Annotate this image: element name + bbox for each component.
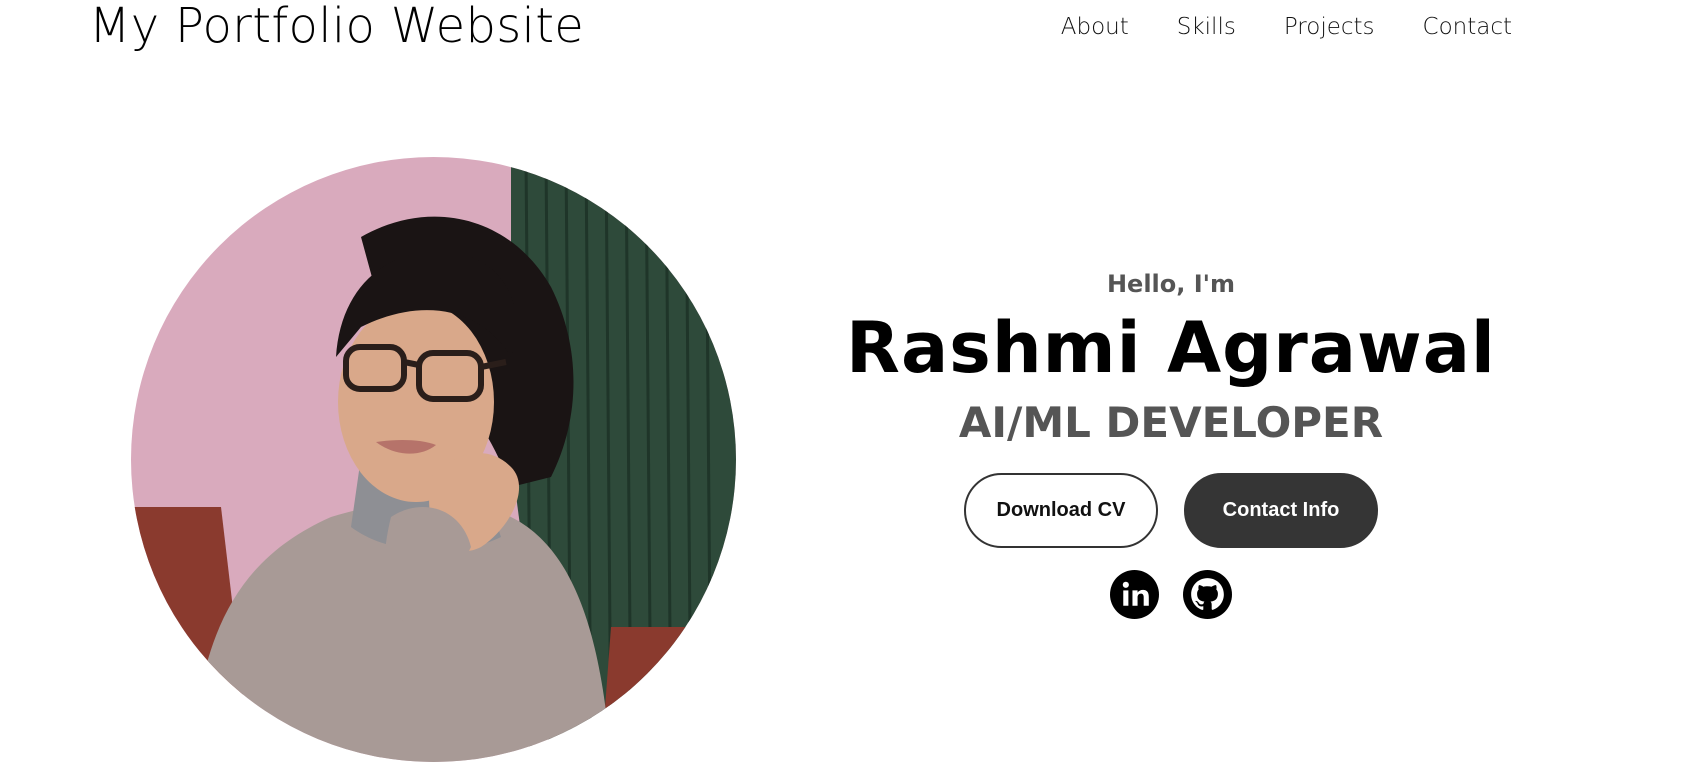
intro-section: Hello, I'm Rashmi Agrawal AI/ML DEVELOPE… [836, 267, 1506, 619]
person-name: Rashmi Agrawal [846, 307, 1496, 389]
linkedin-icon[interactable] [1110, 570, 1159, 619]
greeting-text: Hello, I'm [1106, 270, 1236, 298]
social-links [836, 570, 1506, 619]
action-buttons: Download CV Contact Info [836, 473, 1506, 548]
download-cv-button[interactable]: Download CV [964, 473, 1158, 548]
nav-contact[interactable]: Contact [1423, 10, 1512, 44]
profile-picture [131, 157, 736, 762]
contact-info-button[interactable]: Contact Info [1184, 473, 1378, 548]
nav-skills[interactable]: Skills [1177, 10, 1236, 44]
nav-projects[interactable]: Projects [1284, 10, 1375, 44]
github-icon[interactable] [1183, 570, 1232, 619]
page: My Portfolio Website About Skills Projec… [0, 0, 1681, 777]
main-nav: About Skills Projects Contact [1061, 10, 1512, 44]
profile-photo [131, 157, 736, 762]
site-title: My Portfolio Website [89, 0, 585, 54]
role-title: AI/ML DEVELOPER [958, 398, 1384, 447]
nav-about[interactable]: About [1061, 10, 1129, 44]
